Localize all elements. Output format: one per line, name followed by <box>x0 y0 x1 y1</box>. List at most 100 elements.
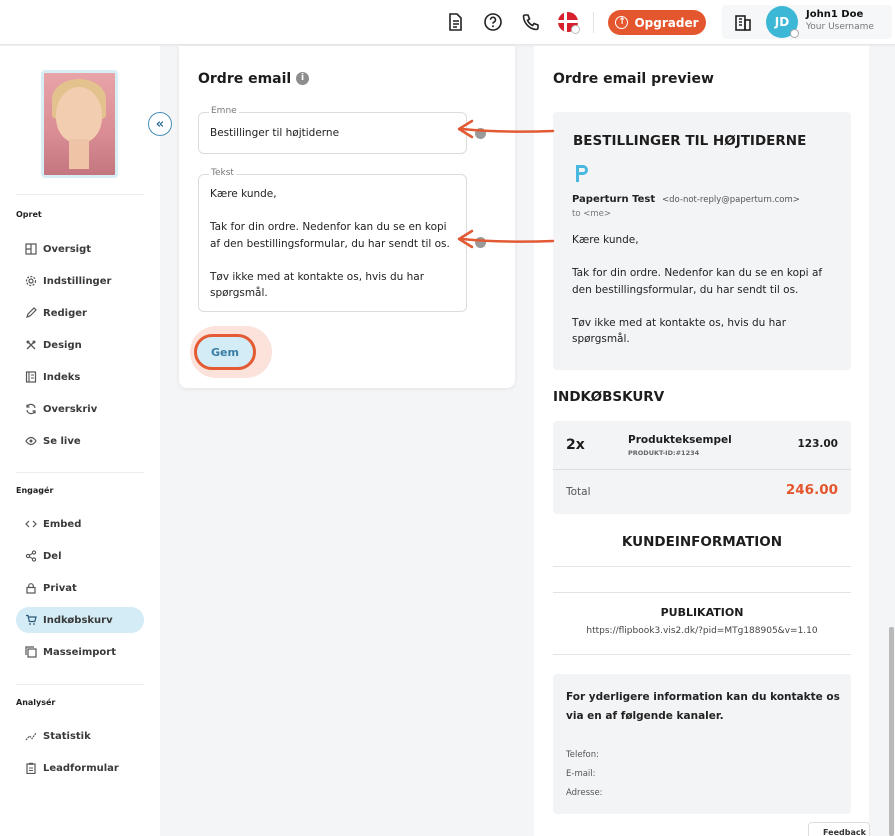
cart-summary: 2x Produkteksempel PRODUKT-ID:#1234 123.… <box>553 421 851 514</box>
sidebar: « Opret Oversigt Indstillinger Rediger D… <box>0 46 172 836</box>
save-button[interactable]: Gem <box>194 334 256 370</box>
sidebar-item-label: Overskriv <box>43 403 98 415</box>
sidebar-item-label: Embed <box>43 518 82 530</box>
cover-neck <box>69 139 89 169</box>
sidebar-item-embed[interactable]: Embed <box>16 511 144 537</box>
divider <box>593 12 594 33</box>
chevron-down-icon <box>790 29 799 38</box>
sidebar-item-label: Indstillinger <box>43 275 112 287</box>
section-heading-engage: Engagér <box>16 486 54 495</box>
email-sender-address: <do-not-reply@paperturn.com> <box>662 195 800 205</box>
user-username: Your Username <box>806 22 874 32</box>
arrow-up-icon: ↑ <box>615 16 629 29</box>
sidebar-item-oversigt[interactable]: Oversigt <box>16 236 144 262</box>
text-value[interactable]: Kære kunde, Tak for din ordre. Nedenfor … <box>210 186 450 302</box>
user-menu[interactable]: JD John1 Doe Your Username <box>722 5 892 39</box>
cart-icon <box>26 614 37 625</box>
divider <box>16 194 144 195</box>
upgrade-button[interactable]: ↑ Opgrader <box>608 10 706 35</box>
chevron-down-icon <box>571 25 580 34</box>
cart-total-value: 246.00 <box>785 482 838 498</box>
order-email-form-card: Ordre email i Emne Bestillinger til højt… <box>179 46 515 388</box>
sidebar-item-se-live[interactable]: Se live <box>16 428 144 454</box>
customer-info-title: KUNDEINFORMATION <box>621 534 783 550</box>
sidebar-item-overskriv[interactable]: Overskriv <box>16 396 144 422</box>
email-sender-name: Paperturn Test <box>572 194 656 205</box>
cover-face <box>56 87 102 143</box>
sidebar-item-rediger[interactable]: Rediger <box>16 300 144 326</box>
eye-icon <box>25 436 37 446</box>
share-icon <box>25 550 37 562</box>
sidebar-item-masseimport[interactable]: Masseimport <box>16 639 144 665</box>
email-body: Kære kunde, Tak for din ordre. Nedenfor … <box>572 234 823 345</box>
help-icon[interactable] <box>483 12 503 32</box>
sidebar-item-label: Rediger <box>43 307 87 319</box>
contact-text: For yderligere information kan du kontak… <box>566 691 840 722</box>
import-icon <box>25 646 37 658</box>
sidebar-item-label: Se live <box>43 435 81 447</box>
contact-phone-label: Telefon: <box>566 750 600 760</box>
publication-url[interactable]: https://flipbook3.vis2.dk/?pid=MTg188905… <box>553 626 851 636</box>
gear-icon <box>25 275 37 287</box>
sidebar-item-statistik[interactable]: Statistik <box>16 723 144 749</box>
collapse-sidebar-button[interactable]: « <box>148 112 172 136</box>
replace-icon <box>26 403 36 415</box>
top-bar: ↑ Opgrader JD John1 Doe Your Username <box>0 0 895 45</box>
clipboard-icon <box>26 762 36 774</box>
divider <box>16 684 144 685</box>
paperturn-logo-icon <box>576 165 588 182</box>
sidebar-item-label: Statistik <box>43 730 91 742</box>
cart-quantity: 2x <box>566 437 585 453</box>
contact-email-label: E-mail: <box>566 769 596 779</box>
chart-icon <box>25 732 37 741</box>
subject-field[interactable]: Emne Bestillinger til højtiderne <box>198 106 467 154</box>
pencil-icon <box>26 307 37 318</box>
sidebar-item-label: Design <box>43 339 82 351</box>
code-icon <box>25 520 37 528</box>
sidebar-item-label: Del <box>43 550 62 562</box>
lock-icon <box>26 583 36 594</box>
text-field[interactable]: Tekst Kære kunde, Tak for din ordre. Ned… <box>198 168 467 312</box>
cart-title: INDKØBSKURV <box>553 389 665 405</box>
contact-address-label: Adresse: <box>566 788 603 798</box>
sidebar-item-label: Leadformular <box>43 762 119 774</box>
document-icon[interactable] <box>445 12 465 32</box>
sidebar-item-label: Privat <box>43 582 77 594</box>
sidebar-item-del[interactable]: Del <box>16 543 144 569</box>
preview-title: Ordre email preview <box>553 71 714 87</box>
field-status-icon <box>475 237 486 248</box>
divider <box>553 654 851 655</box>
section-heading-create: Opret <box>16 210 42 219</box>
order-email-preview-panel: Ordre email preview BESTILLINGER TIL HØJ… <box>534 46 869 836</box>
overview-icon <box>25 243 37 255</box>
building-icon[interactable] <box>734 13 752 31</box>
section-heading-analyze: Analysér <box>16 698 56 707</box>
divider <box>553 566 851 567</box>
sidebar-item-indkobskurv[interactable]: Indkøbskurv <box>16 607 144 633</box>
sidebar-item-indeks[interactable]: Indeks <box>16 364 144 390</box>
email-heading: BESTILLINGER TIL HØJTIDERNE <box>573 133 807 149</box>
cart-product-price: 123.00 <box>797 438 838 450</box>
field-status-icon <box>475 128 486 139</box>
upgrade-label: Opgrader <box>634 15 699 30</box>
subject-value[interactable]: Bestillinger til højtiderne <box>210 125 339 142</box>
user-name: John1 Doe <box>806 9 864 20</box>
cart-product-id: PRODUKT-ID:#1234 <box>628 449 700 457</box>
phone-icon[interactable] <box>521 12 541 32</box>
sidebar-item-label: Masseimport <box>43 646 116 658</box>
info-icon[interactable]: i <box>296 72 309 85</box>
publication-cover-thumbnail[interactable] <box>41 70 118 178</box>
sidebar-item-indstillinger[interactable]: Indstillinger <box>16 268 144 294</box>
contact-info-box: For yderligere information kan du kontak… <box>553 674 851 814</box>
sidebar-item-privat[interactable]: Privat <box>16 575 144 601</box>
sidebar-item-leadformular[interactable]: Leadformular <box>16 755 144 781</box>
feedback-button[interactable]: Feedback <box>808 822 870 836</box>
sidebar-item-design[interactable]: Design <box>16 332 144 358</box>
publication-title: PUBLIKATION <box>660 606 744 619</box>
divider <box>16 472 144 473</box>
divider <box>553 469 851 470</box>
text-label: Tekst <box>209 168 236 178</box>
scrollbar-thumb[interactable] <box>889 627 894 836</box>
divider <box>553 592 851 593</box>
design-tools-icon <box>26 340 36 350</box>
